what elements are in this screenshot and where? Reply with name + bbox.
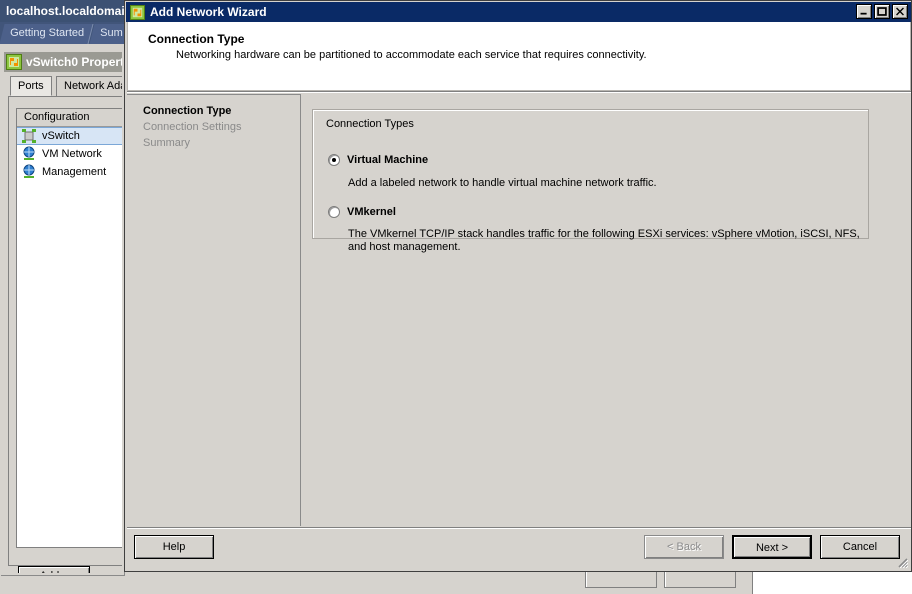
network-properties-icon (6, 54, 22, 70)
header-divider (127, 91, 911, 93)
tab-getting-started-label: Getting Started (10, 27, 85, 39)
resize-grip[interactable] (895, 555, 908, 568)
radio-vmkernel-label: VMkernel (347, 206, 396, 218)
vswitch-icon (22, 129, 36, 143)
configuration-list-header: Configuration (17, 109, 122, 127)
wizard-step-list: Connection Type Connection Settings Summ… (127, 94, 301, 526)
vswitch-tab-ports-label: Ports (18, 80, 44, 92)
wizard-titlebar[interactable]: Add Network Wizard (126, 2, 911, 22)
step-connection-type[interactable]: Connection Type (127, 103, 300, 119)
vswitch-tab-ports[interactable]: Ports (10, 76, 52, 96)
window-controls (856, 4, 908, 19)
network-globe-icon (23, 164, 35, 178)
radio-vmkernel[interactable]: VMkernel (328, 206, 396, 218)
step-summary: Summary (143, 137, 191, 149)
tab-summary-label: Sum (100, 27, 123, 39)
connection-types-group: Connection Types Virtual Machine Add a l… (312, 109, 869, 253)
radio-vmkernel-description: The VMkernel TCP/IP stack handles traffi… (348, 228, 860, 253)
wizard-title-text: Add Network Wizard (150, 5, 267, 19)
step-connection-settings: Connection Settings (143, 121, 242, 133)
client-title-text: localhost.localdomain (6, 4, 133, 18)
list-item-vswitch-label: vSwitch (42, 130, 80, 142)
page-subtitle: Networking hardware can be partitioned t… (176, 49, 647, 61)
minimize-button[interactable] (856, 4, 872, 19)
back-button: < Back (644, 535, 724, 559)
list-item-vm-network-label: VM Network (42, 148, 102, 160)
vswitch-title-text: vSwitch0 Properties (26, 55, 124, 69)
radio-virtual-machine-indicator[interactable] (328, 154, 340, 166)
radio-virtual-machine-description: Add a labeled network to handle virtual … (348, 177, 657, 189)
vswitch-properties-window: vSwitch0 Properties Ports Network Adap C… (0, 48, 124, 575)
help-button[interactable]: Help (134, 535, 214, 559)
vswitch-tab-strip: Ports Network Adap (8, 76, 122, 96)
radio-virtual-machine[interactable]: Virtual Machine (328, 154, 428, 166)
connection-types-group-label: Connection Types (322, 118, 418, 130)
radio-vmkernel-indicator[interactable] (328, 206, 340, 218)
minimize-icon (860, 12, 867, 15)
vswitch-tab-network-adapters[interactable]: Network Adap (56, 76, 122, 96)
tab-getting-started[interactable]: Getting Started (0, 24, 94, 44)
maximize-button[interactable] (874, 4, 890, 19)
list-item-vm-network[interactable]: VM Network (17, 145, 122, 163)
next-button[interactable]: Next > (732, 535, 812, 559)
vswitch-titlebar: vSwitch0 Properties (4, 52, 124, 72)
page-title: Connection Type (148, 32, 245, 46)
radio-virtual-machine-label: Virtual Machine (347, 154, 429, 166)
list-item-vswitch[interactable]: vSwitch (17, 127, 122, 145)
configuration-list[interactable]: Configuration vSwitch VM Network Managem… (16, 108, 122, 548)
add-button[interactable]: Add... (18, 566, 90, 573)
list-item-management-label: Management (42, 166, 107, 178)
add-network-icon (130, 4, 145, 20)
cancel-button[interactable]: Cancel (820, 535, 900, 559)
maximize-icon (877, 7, 887, 16)
list-item-management[interactable]: Management (17, 163, 122, 181)
close-icon (896, 7, 904, 16)
wizard-content-pane: Connection Types Virtual Machine Add a l… (301, 94, 911, 526)
footer-divider (127, 527, 911, 529)
add-network-wizard-dialog: Add Network Wizard Connection Type Netwo… (124, 0, 912, 572)
vswitch-tab-network-adapters-label: Network Adap (64, 80, 122, 92)
close-button[interactable] (892, 4, 908, 19)
wizard-header: Connection Type Networking hardware can … (127, 22, 911, 91)
network-globe-icon (23, 146, 35, 160)
